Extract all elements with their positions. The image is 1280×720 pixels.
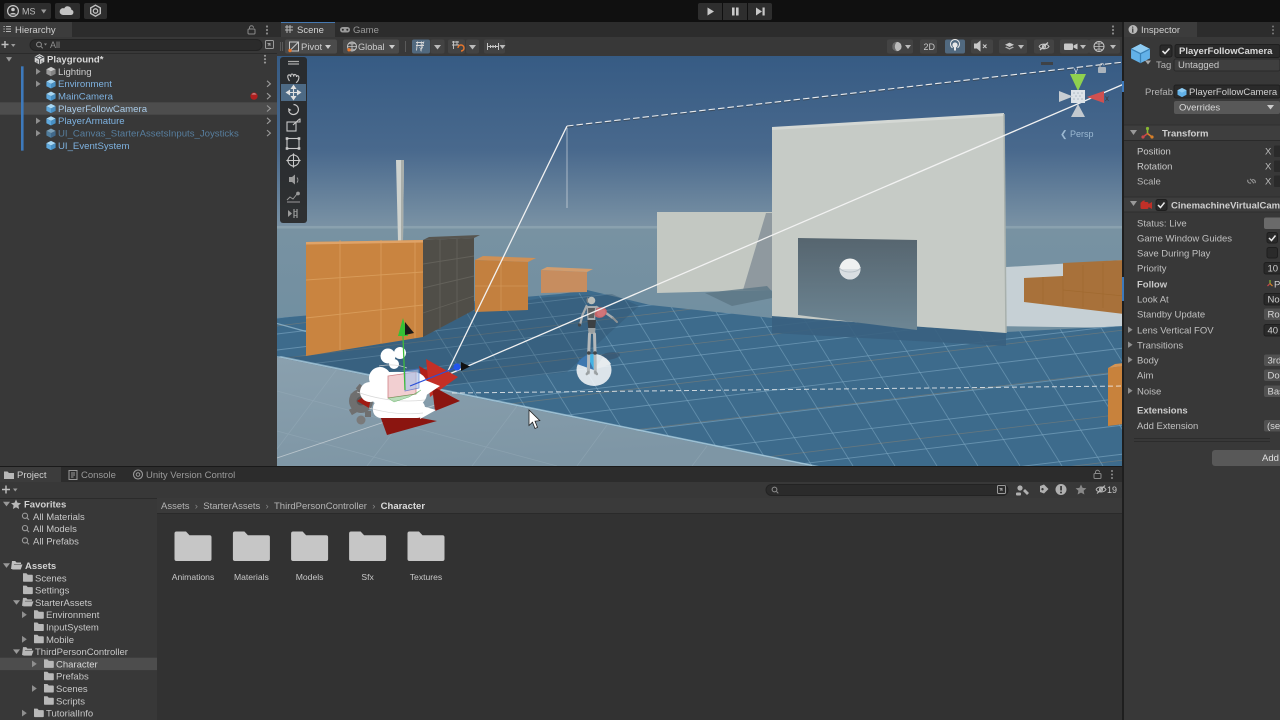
svg-text:Do: Do xyxy=(1268,371,1280,382)
svg-text:Assets: Assets xyxy=(25,561,56,572)
svg-text:y: y xyxy=(1074,66,1078,75)
svg-text:No: No xyxy=(1268,295,1280,306)
svg-text:Priority: Priority xyxy=(1137,264,1167,275)
svg-text:TutorialInfo: TutorialInfo xyxy=(46,709,93,720)
svg-text:x: x xyxy=(1105,94,1109,103)
svg-text:Inspector: Inspector xyxy=(1141,25,1180,36)
svg-text:Y: Y xyxy=(419,47,424,54)
svg-text:Scale: Scale xyxy=(1137,177,1161,188)
svg-text:Save During Play: Save During Play xyxy=(1137,249,1211,260)
svg-text:Scenes: Scenes xyxy=(35,573,67,584)
svg-text:Follow: Follow xyxy=(1137,280,1168,291)
svg-text:X: X xyxy=(1265,147,1272,158)
svg-text:PlayerFollowCamera: PlayerFollowCamera xyxy=(1189,87,1278,98)
svg-text:Mobile: Mobile xyxy=(46,635,74,646)
svg-text:P: P xyxy=(1274,280,1280,291)
svg-text:Pivot: Pivot xyxy=(301,42,322,53)
svg-text:Favorites: Favorites xyxy=(24,500,66,511)
svg-text:All Materials: All Materials xyxy=(33,512,85,523)
svg-text:Console: Console xyxy=(81,470,116,481)
svg-text:PlayerFollowCamera: PlayerFollowCamera xyxy=(58,104,148,115)
svg-text:Look At: Look At xyxy=(1137,295,1169,306)
svg-text:Game: Game xyxy=(353,25,379,36)
svg-text:Settings: Settings xyxy=(35,586,70,597)
svg-text:❮ Persp: ❮ Persp xyxy=(1060,129,1094,140)
svg-text:PlayerFollowCamera: PlayerFollowCamera xyxy=(1179,46,1273,57)
svg-text:Prefab: Prefab xyxy=(1145,87,1173,98)
svg-text:Hierarchy: Hierarchy xyxy=(15,25,56,36)
svg-text:MainCamera: MainCamera xyxy=(58,92,114,103)
svg-text:Aim: Aim xyxy=(1137,371,1153,382)
svg-text:Tag: Tag xyxy=(1156,60,1171,71)
svg-text:(se: (se xyxy=(1267,421,1280,432)
svg-text:Rotation: Rotation xyxy=(1137,162,1172,173)
svg-text:Animations: Animations xyxy=(172,572,215,582)
svg-text:Models: Models xyxy=(296,572,324,582)
svg-text:Scenes: Scenes xyxy=(56,684,88,695)
svg-text:Prefabs: Prefabs xyxy=(56,672,89,683)
svg-text:InputSystem: InputSystem xyxy=(46,623,99,634)
svg-text:ThirdPersonController: ThirdPersonController xyxy=(35,647,128,658)
svg-text:Transitions: Transitions xyxy=(1137,341,1183,352)
svg-text:StarterAssets: StarterAssets xyxy=(35,598,92,609)
svg-text:All: All xyxy=(50,40,60,50)
svg-text:19: 19 xyxy=(1107,485,1117,495)
svg-text:Lens Vertical FOV: Lens Vertical FOV xyxy=(1137,326,1214,337)
svg-text:All Models: All Models xyxy=(33,524,77,535)
svg-text:Project: Project xyxy=(17,470,47,481)
svg-text:X: X xyxy=(1265,162,1272,173)
svg-text:Bas: Bas xyxy=(1268,387,1280,398)
svg-text:Position: Position xyxy=(1137,147,1171,158)
svg-text:UI_EventSystem: UI_EventSystem xyxy=(58,141,129,152)
svg-text:Scripts: Scripts xyxy=(56,696,85,707)
svg-text:Character: Character xyxy=(56,659,98,670)
svg-text:10: 10 xyxy=(1268,264,1279,275)
svg-text:Extensions: Extensions xyxy=(1137,406,1188,417)
svg-text:Transform: Transform xyxy=(1162,129,1208,140)
svg-text:Environment: Environment xyxy=(46,610,100,621)
svg-text:Scene: Scene xyxy=(297,25,324,36)
svg-text:All Prefabs: All Prefabs xyxy=(33,536,79,547)
svg-text:Add Extension: Add Extension xyxy=(1137,421,1198,432)
svg-text:3rd: 3rd xyxy=(1268,356,1280,367)
svg-text:Unity Version Control: Unity Version Control xyxy=(146,470,235,481)
svg-text:PlayerArmature: PlayerArmature xyxy=(58,116,125,127)
svg-text:Noise: Noise xyxy=(1137,387,1161,398)
svg-text:40: 40 xyxy=(1268,326,1279,337)
svg-text:MS: MS xyxy=(22,7,36,17)
svg-text:Sfx: Sfx xyxy=(361,572,374,582)
svg-text:Environment: Environment xyxy=(58,79,112,90)
svg-text:Lighting: Lighting xyxy=(58,67,92,78)
svg-text:Playground*: Playground* xyxy=(47,55,104,66)
svg-text:Overrides: Overrides xyxy=(1179,103,1220,114)
svg-text:Materials: Materials xyxy=(234,572,269,582)
svg-text:Status: Live: Status: Live xyxy=(1137,219,1187,230)
svg-text:Untagged: Untagged xyxy=(1178,60,1219,71)
svg-text:CinemachineVirtualCame: CinemachineVirtualCame xyxy=(1171,201,1280,212)
svg-text:Global: Global xyxy=(358,42,385,52)
svg-text:2D: 2D xyxy=(924,42,936,52)
svg-text:UI_Canvas_StarterAssetsInputs_: UI_Canvas_StarterAssetsInputs_Joysticks xyxy=(58,129,239,140)
svg-text:Game Window Guides: Game Window Guides xyxy=(1137,234,1232,245)
svg-text:Textures: Textures xyxy=(410,572,442,582)
svg-text:Body: Body xyxy=(1137,356,1159,367)
svg-text:Standby Update: Standby Update xyxy=(1137,310,1205,321)
svg-text:Ro: Ro xyxy=(1268,310,1280,321)
svg-text:X: X xyxy=(1265,177,1272,188)
